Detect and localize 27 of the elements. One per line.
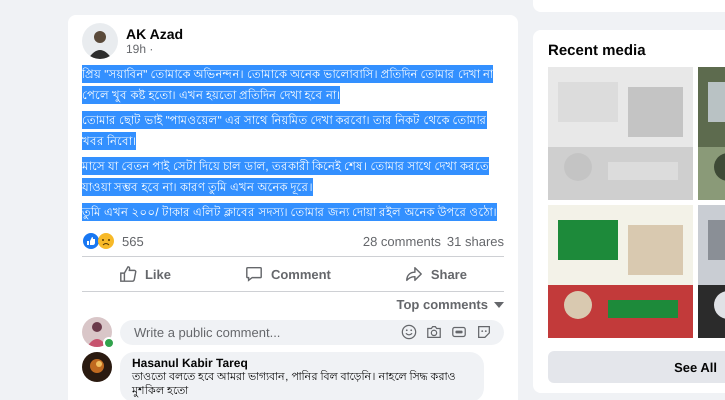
sticker-icon[interactable]: [476, 324, 492, 340]
reaction-icons[interactable]: [82, 232, 116, 250]
comments-count[interactable]: 28 comments: [362, 234, 441, 248]
user-avatar[interactable]: [82, 317, 112, 347]
comment-button[interactable]: Comment: [224, 259, 351, 289]
section-title: Recent media: [548, 42, 647, 59]
speech-bubble-icon: [244, 265, 263, 283]
comment-text: তাওতো বলতে হবে আমরা ভাগ্যবান, পানির বিল বাড়েনি। নাহলে সিদ্ধ করাও মুশকিল হতো: [132, 370, 457, 398]
reaction-count[interactable]: 565: [122, 234, 144, 248]
thumbs-up-icon: [118, 265, 137, 283]
like-button[interactable]: Like: [98, 259, 191, 289]
commenter-avatar[interactable]: [82, 352, 112, 382]
post-time[interactable]: 19h ·: [126, 42, 184, 56]
comment-input[interactable]: Write a public comment...: [132, 324, 392, 340]
commenter-name[interactable]: Hasanul Kabir Tareq: [132, 356, 472, 370]
camera-icon[interactable]: [426, 324, 442, 340]
see-all-button[interactable]: See All: [548, 351, 725, 383]
avatar[interactable]: [82, 23, 118, 59]
share-button[interactable]: Share: [384, 259, 487, 289]
shares-count[interactable]: 31 shares: [446, 234, 504, 248]
author-name[interactable]: AK Azad: [126, 26, 184, 42]
caret-icon: [494, 302, 504, 308]
gif-icon[interactable]: [451, 324, 467, 340]
comment-field[interactable]: Write a public comment...: [120, 320, 504, 344]
emoji-icon[interactable]: [401, 324, 417, 340]
sort-dropdown[interactable]: Top comments: [396, 297, 504, 312]
share-icon: [404, 265, 423, 283]
